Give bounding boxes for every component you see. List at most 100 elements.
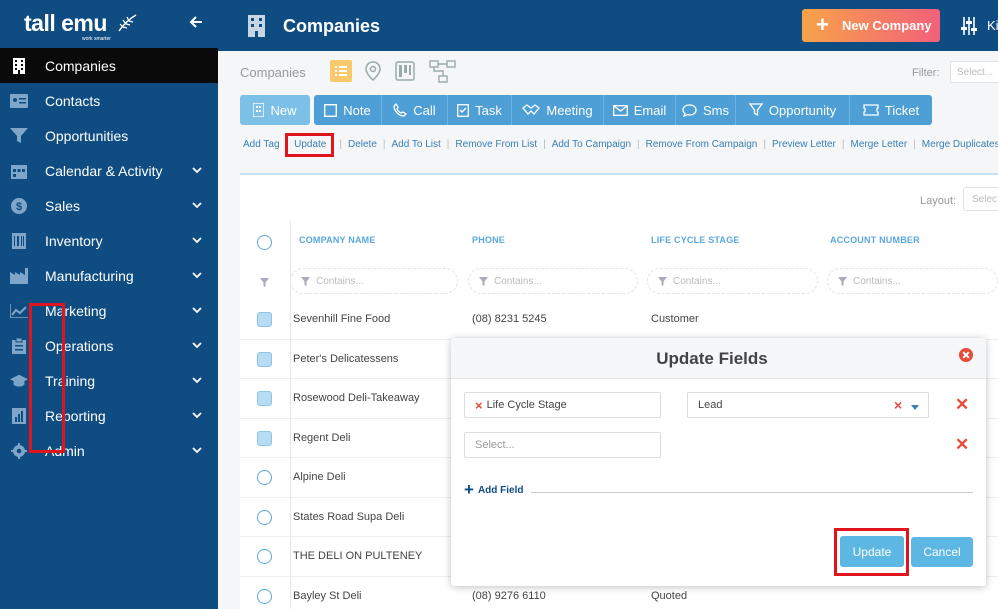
logo[interactable]: tall emu work smarter [24,8,144,42]
add-to-list-link[interactable]: Add To List [392,139,441,150]
caret-down-icon[interactable] [911,402,919,414]
map-pin-icon[interactable] [362,60,384,82]
handshake-icon [522,103,541,117]
filter-icon [301,276,310,286]
preview-letter-link[interactable]: Preview Letter [772,139,836,150]
sidebar-item-opportunities[interactable]: Opportunities [0,118,218,153]
sidebar-item-calendar[interactable]: Calendar & Activity [0,153,218,188]
close-icon[interactable] [959,348,973,362]
remove-row-icon[interactable]: ✕ [955,435,969,455]
emu-feather-icon [118,14,137,32]
filter-icon[interactable] [260,276,269,290]
plus-icon: + [816,12,829,37]
collapse-sidebar-icon[interactable] [188,14,208,34]
clear-icon[interactable]: × [894,397,902,413]
row-checkbox[interactable] [257,312,272,327]
column-header-life-cycle-stage[interactable]: LIFE CYCLE STAGE [651,235,740,245]
account-number-filter[interactable]: Contains... [827,268,998,294]
graduation-cap-icon [10,372,28,390]
add-to-campaign-link[interactable]: Add To Campaign [552,139,631,150]
row-checkbox[interactable] [257,391,272,406]
clear-icon[interactable]: × [475,398,483,413]
row-checkbox[interactable] [257,470,272,485]
company-name-cell[interactable]: Regent Deli [293,432,350,444]
add-field-button[interactable]: + Add Field [464,480,524,499]
company-name-cell[interactable]: States Road Supa Deli [293,511,404,523]
phone-filter[interactable]: Contains... [468,268,638,294]
building-icon [253,103,265,117]
filter-select[interactable]: Select... [950,61,998,83]
opportunity-button[interactable]: Opportunity [736,95,850,125]
filter-placeholder: Contains... [673,275,721,287]
column-header-account-number[interactable]: ACCOUNT NUMBER [830,235,920,245]
chevron-down-icon [192,447,202,454]
merge-duplicates-link[interactable]: Merge Duplicates [922,139,998,150]
remove-from-list-link[interactable]: Remove From List [455,139,537,150]
table-row[interactable]: Sevenhill Fine Food (08) 8231 5245 Custome… [240,300,998,340]
bulk-action-links: Add Tag | Update | Delete | Add To List | Re… [243,139,998,150]
new-button[interactable]: New [240,95,310,125]
company-name-cell[interactable]: Peter's Delicatessens [293,353,398,365]
company-name-cell[interactable]: Alpine Deli [293,471,346,483]
note-button[interactable]: Note [314,95,382,125]
sliders-icon[interactable] [960,17,978,38]
sidebar-item-contacts[interactable]: Contacts [0,83,218,118]
remove-row-icon[interactable]: ✕ [955,395,969,415]
update-link-highlight [285,133,334,157]
merge-letter-link[interactable]: Merge Letter [850,139,907,150]
sms-button[interactable]: Sms [676,95,736,125]
meeting-button[interactable]: Meeting [512,95,604,125]
company-name-filter[interactable]: Contains... [290,268,458,294]
field-select-1[interactable]: × Life Cycle Stage [464,392,661,418]
delete-link[interactable]: Delete [348,139,377,150]
new-company-label: New Company [842,18,932,33]
email-button[interactable]: Email [604,95,676,125]
company-name-cell[interactable]: Bayley St Deli [293,590,361,602]
layout-select[interactable]: Selec [963,187,998,211]
calendar-icon [10,162,28,180]
sidebar-item-sales[interactable]: $ Sales [0,188,218,223]
row-checkbox[interactable] [257,549,272,564]
add-tag-link[interactable]: Add Tag [243,139,280,150]
call-button[interactable]: Call [382,95,448,125]
modal-header: Update Fields [451,338,986,379]
select-all-checkbox[interactable] [257,235,272,250]
life-cycle-stage-filter[interactable]: Contains... [647,268,818,294]
kanban-view-icon[interactable] [394,60,416,82]
row-checkbox[interactable] [257,430,272,446]
list-view-icon[interactable] [330,60,352,82]
remove-from-campaign-link[interactable]: Remove From Campaign [646,139,758,150]
ticket-button[interactable]: Ticket [850,95,932,125]
plus-icon: + [464,480,474,499]
field-select-2[interactable]: Select... [464,432,661,458]
column-header-company-name[interactable]: COMPANY NAME [299,235,376,245]
chevron-down-icon [192,237,202,244]
company-name-cell[interactable]: Sevenhill Fine Food [293,313,390,325]
row-checkbox[interactable] [257,509,272,525]
update-button[interactable]: Update [840,536,904,567]
value-select-1-value: Lead [698,399,723,411]
field-select-1-value: Life Cycle Stage [486,399,567,411]
user-menu[interactable]: Ki [987,18,998,33]
company-name-cell[interactable]: THE DELI ON PULTENEY [293,550,422,562]
gear-icon [10,442,28,460]
chevron-down-icon [192,167,202,174]
row-checkbox[interactable] [257,588,272,604]
chevron-down-icon [192,272,202,279]
value-select-1[interactable]: Lead × [687,392,929,418]
new-company-button[interactable]: + New Company [802,9,940,42]
cancel-button[interactable]: Cancel [911,537,973,567]
sidebar-item-companies[interactable]: Companies [0,48,218,83]
phone-cell: (08) 8231 5245 [472,313,547,325]
task-button[interactable]: Task [448,95,512,125]
column-header-phone[interactable]: PHONE [472,235,505,245]
sidebar-item-manufacturing[interactable]: Manufacturing [0,258,218,293]
note-icon [324,103,338,117]
row-checkbox[interactable] [257,351,272,367]
sidebar-item-inventory[interactable]: Inventory [0,223,218,258]
hierarchy-view-icon[interactable] [429,60,457,83]
funnel-icon [748,103,763,117]
add-field-label: Add Field [477,484,524,496]
call-label: Call [413,102,436,118]
company-name-cell[interactable]: Rosewood Deli-Takeaway [293,392,420,404]
